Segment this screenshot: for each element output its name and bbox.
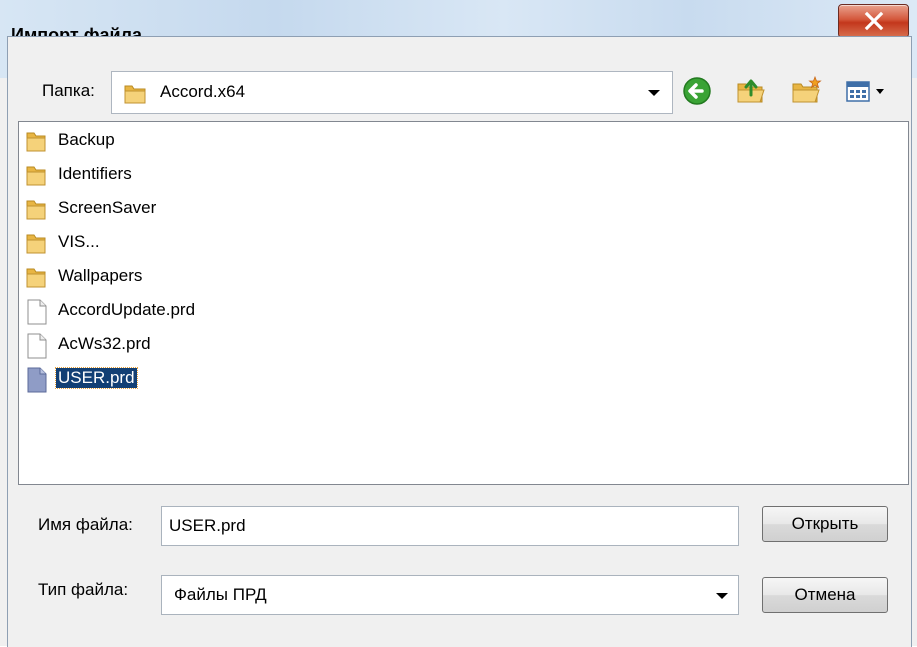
folder-value: Accord.x64 (160, 82, 246, 101)
close-icon (864, 11, 884, 31)
view-menu-icon (846, 81, 884, 102)
item-name: Identifiers (58, 164, 132, 183)
filename-value: USER.prd (169, 516, 246, 535)
file-list[interactable]: Backup Identifiers ScreenSaver VIS... Wa… (18, 121, 909, 485)
new-folder-button[interactable] (786, 71, 826, 112)
file-icon (27, 299, 47, 325)
folder-icon (26, 166, 46, 186)
folder-icon (26, 268, 46, 288)
up-folder-icon (737, 79, 765, 103)
filetype-value: Файлы ПРД (174, 585, 267, 604)
open-button[interactable]: Открыть (762, 506, 888, 542)
item-name: USER.prd (55, 367, 138, 389)
item-name: Wallpapers (58, 266, 143, 285)
filename-field[interactable]: USER.prd (161, 506, 739, 546)
back-icon (683, 77, 711, 105)
filetype-label: Тип файла: (38, 580, 129, 599)
folder-icon (26, 132, 46, 152)
filetype-select[interactable]: Файлы ПРД (161, 575, 739, 615)
chevron-down-icon (648, 90, 660, 96)
folder-icon (26, 200, 46, 220)
filename-label: Имя файла: (38, 515, 133, 534)
new-folder-icon (792, 75, 822, 103)
file-icon (27, 333, 47, 359)
item-name: Backup (58, 130, 115, 149)
view-menu-button[interactable] (840, 71, 900, 112)
back-button[interactable] (677, 71, 717, 112)
folder-combo[interactable]: Accord.x64 (111, 71, 673, 114)
folder-icon (26, 234, 46, 254)
folder-icon (124, 85, 146, 104)
file-icon (27, 367, 47, 393)
item-name: VIS... (58, 232, 100, 251)
close-button[interactable] (838, 4, 909, 38)
cancel-button[interactable]: Отмена (762, 577, 888, 613)
up-folder-button[interactable] (731, 71, 771, 112)
dialog-body: Папка: Accord.x64 Backup Identifiers Scr… (7, 36, 912, 647)
item-name: AccordUpdate.prd (58, 300, 196, 319)
import-file-dialog: Импорт файла Папка: Accord.x64 Backup Id… (0, 0, 917, 647)
folder-toolbar: Папка: Accord.x64 (8, 37, 911, 120)
folder-label: Папка: (42, 81, 95, 100)
item-name: ScreenSaver (58, 198, 157, 217)
chevron-down-icon (716, 593, 728, 599)
item-name: AcWs32.prd (58, 334, 151, 353)
